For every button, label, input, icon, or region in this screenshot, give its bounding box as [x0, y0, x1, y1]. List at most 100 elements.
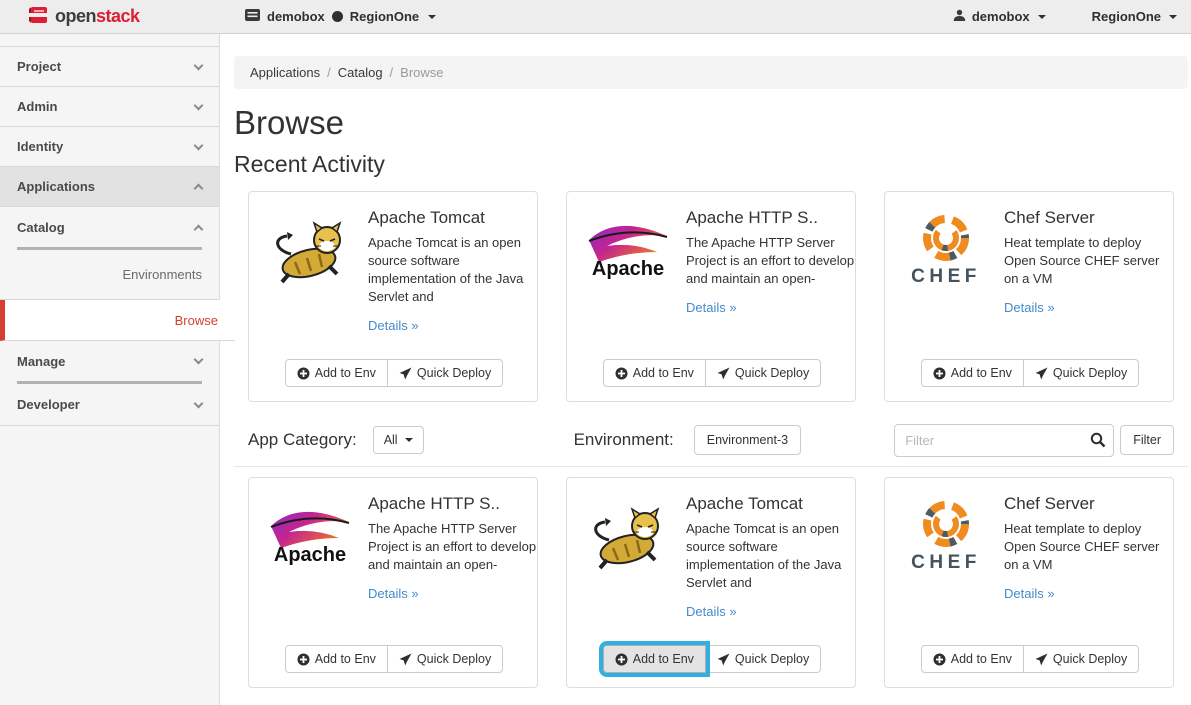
- breadcrumb-browse: Browse: [400, 65, 443, 80]
- main-content: Applications / Catalog / Browse Browse R…: [220, 34, 1191, 705]
- sidebar-item-admin[interactable]: Admin: [0, 87, 219, 127]
- quick-deploy-button[interactable]: Quick Deploy: [387, 645, 503, 673]
- chevron-down-icon: [1169, 15, 1177, 19]
- project-region-switcher[interactable]: demobox RegionOne: [245, 9, 436, 24]
- recent-activity-cards: Apache Tomcat Apache Tomcat is an open s…: [234, 191, 1188, 402]
- breadcrumb-applications[interactable]: Applications: [250, 65, 320, 80]
- plus-circle-icon: [297, 653, 310, 666]
- user-menu[interactable]: demobox: [953, 9, 1046, 25]
- region-menu[interactable]: RegionOne: [1092, 9, 1177, 24]
- chevron-up-icon: [194, 224, 204, 234]
- card-description: Heat template to deploy Open Source CHEF…: [1004, 520, 1174, 574]
- add-to-env-button[interactable]: Add to Env: [285, 645, 388, 673]
- svg-text:Apache: Apache: [274, 544, 346, 566]
- details-link[interactable]: Details »: [1004, 586, 1055, 601]
- app-card-chef-server: CHEF Chef Server Heat template to deploy…: [884, 477, 1174, 688]
- paper-plane-icon: [1035, 367, 1048, 380]
- card-description: Heat template to deploy Open Source CHEF…: [1004, 234, 1174, 288]
- add-to-env-button[interactable]: Add to Env: [285, 359, 388, 387]
- filter-button[interactable]: Filter: [1120, 425, 1174, 455]
- app-card-chef-server: CHEF Chef Server Heat template to deploy…: [884, 191, 1174, 402]
- sidebar-top-spacer: [0, 34, 219, 47]
- sidebar-item-environments[interactable]: Environments: [0, 250, 219, 300]
- chevron-down-icon: [194, 100, 204, 110]
- openstack-wordmark: openstack: [55, 6, 140, 27]
- paper-plane-icon: [1035, 653, 1048, 666]
- card-title: Apache HTTP S..: [368, 494, 523, 514]
- chevron-down-icon: [194, 355, 204, 365]
- paper-plane-icon: [399, 367, 412, 380]
- content-divider: [234, 466, 1188, 467]
- plus-circle-icon: [615, 367, 628, 380]
- app-card-apache-http: Apache Apache HTTP S.. The Apache HTTP S…: [566, 191, 856, 402]
- user-name-label: demobox: [972, 9, 1030, 24]
- details-link[interactable]: Details »: [1004, 300, 1055, 315]
- chevron-up-icon: [194, 184, 204, 194]
- sidebar-item-applications[interactable]: Applications: [0, 167, 219, 207]
- paper-plane-icon: [717, 653, 730, 666]
- card-title: Apache Tomcat: [686, 494, 841, 514]
- apache-http-logo: Apache: [583, 208, 673, 298]
- sidebar-nav: Project Admin Identity Applications Cata…: [0, 34, 220, 705]
- quick-deploy-button[interactable]: Quick Deploy: [1023, 645, 1139, 673]
- chef-logo: CHEF: [901, 208, 991, 298]
- filter-search-input[interactable]: [894, 424, 1114, 457]
- svg-text:Apache: Apache: [592, 258, 664, 280]
- chevron-down-icon: [194, 398, 204, 408]
- quick-deploy-button[interactable]: Quick Deploy: [1023, 359, 1139, 387]
- context-project-label: demobox: [267, 9, 325, 24]
- paper-plane-icon: [717, 367, 730, 380]
- app-card-apache-tomcat: Apache Tomcat Apache Tomcat is an open s…: [248, 191, 538, 402]
- sidebar-item-browse[interactable]: Browse: [0, 300, 235, 341]
- quick-deploy-button[interactable]: Quick Deploy: [705, 645, 821, 673]
- quick-deploy-button[interactable]: Quick Deploy: [705, 359, 821, 387]
- context-separator-dot: [332, 11, 343, 22]
- apache-tomcat-logo: [265, 208, 355, 298]
- sidebar-item-manage[interactable]: Manage: [0, 341, 219, 381]
- card-description: Apache Tomcat is an open source software…: [368, 234, 538, 306]
- project-list-icon: [245, 9, 260, 24]
- page-title: Browse: [234, 104, 1188, 142]
- catalog-cards: Apache Apache HTTP S.. The Apache HTTP S…: [234, 477, 1188, 688]
- environment-select-button[interactable]: Environment-3: [694, 425, 801, 455]
- app-card-apache-tomcat: Apache Tomcat Apache Tomcat is an open s…: [566, 477, 856, 688]
- details-link[interactable]: Details »: [686, 300, 737, 315]
- card-title: Apache HTTP S..: [686, 208, 841, 228]
- sidebar-item-catalog[interactable]: Catalog: [0, 207, 219, 247]
- user-icon: [953, 9, 966, 25]
- chef-logo: CHEF: [901, 494, 991, 584]
- breadcrumb-catalog[interactable]: Catalog: [338, 65, 383, 80]
- apache-http-logo: Apache: [265, 494, 355, 584]
- card-description: The Apache HTTP Server Project is an eff…: [368, 520, 538, 574]
- details-link[interactable]: Details »: [368, 586, 419, 601]
- card-title: Chef Server: [1004, 208, 1159, 228]
- breadcrumb: Applications / Catalog / Browse: [234, 56, 1188, 89]
- region-name-label: RegionOne: [1092, 9, 1161, 24]
- add-to-env-button[interactable]: Add to Env: [603, 359, 706, 387]
- openstack-brand[interactable]: openstack: [0, 5, 140, 28]
- plus-circle-icon: [297, 367, 310, 380]
- chevron-down-icon: [1038, 15, 1046, 19]
- sidebar-item-project[interactable]: Project: [0, 47, 219, 87]
- add-to-env-button-highlighted[interactable]: Add to Env: [603, 645, 706, 673]
- openstack-logo-icon: [27, 5, 49, 28]
- environment-label: Environment:: [574, 430, 674, 450]
- add-to-env-button[interactable]: Add to Env: [921, 645, 1024, 673]
- details-link[interactable]: Details »: [686, 604, 737, 619]
- svg-text:CHEF: CHEF: [911, 266, 981, 287]
- svg-text:CHEF: CHEF: [911, 552, 981, 573]
- sidebar-item-developer[interactable]: Developer: [0, 384, 219, 426]
- add-to-env-button[interactable]: Add to Env: [921, 359, 1024, 387]
- details-link[interactable]: Details »: [368, 318, 419, 333]
- plus-circle-icon: [933, 653, 946, 666]
- plus-circle-icon: [615, 653, 628, 666]
- quick-deploy-button[interactable]: Quick Deploy: [387, 359, 503, 387]
- card-title: Apache Tomcat: [368, 208, 523, 228]
- app-category-dropdown[interactable]: All: [373, 426, 424, 454]
- recent-activity-heading: Recent Activity: [234, 151, 1188, 178]
- search-icon[interactable]: [1090, 432, 1106, 453]
- card-title: Chef Server: [1004, 494, 1159, 514]
- chevron-down-icon: [428, 15, 436, 19]
- filter-search: [894, 424, 1114, 457]
- sidebar-item-identity[interactable]: Identity: [0, 127, 219, 167]
